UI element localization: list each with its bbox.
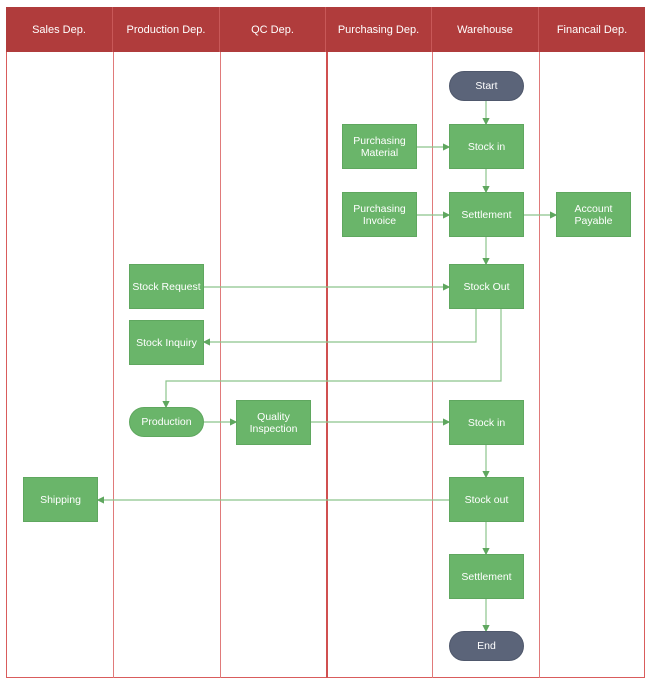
stock-inquiry-node[interactable]: Stock Inquiry	[129, 320, 204, 365]
shipping-node[interactable]: Shipping	[23, 477, 98, 522]
stock-in-node[interactable]: Stock in	[449, 124, 524, 169]
start-terminal[interactable]: Start	[449, 71, 524, 101]
account-payable-node[interactable]: Account Payable	[556, 192, 631, 237]
connectors	[96, 101, 558, 633]
quality-inspection-node[interactable]: Quality Inspection	[236, 400, 311, 445]
production-node[interactable]: Production	[129, 407, 204, 437]
stock-request-node[interactable]: Stock Request	[129, 264, 204, 309]
settlement-node[interactable]: Settlement	[449, 192, 524, 237]
stock-out-node-2[interactable]: Stock out	[449, 477, 524, 522]
connector	[162, 309, 502, 409]
purchasing-invoice-node[interactable]: Purchasing Invoice	[342, 192, 417, 237]
settlement-node-2[interactable]: Settlement	[449, 554, 524, 599]
purchasing-material-node[interactable]: Purchasing Material	[342, 124, 417, 169]
stock-out-node[interactable]: Stock Out	[449, 264, 524, 309]
stock-in-node-2[interactable]: Stock in	[449, 400, 524, 445]
connector	[202, 309, 477, 346]
end-terminal[interactable]: End	[449, 631, 524, 661]
